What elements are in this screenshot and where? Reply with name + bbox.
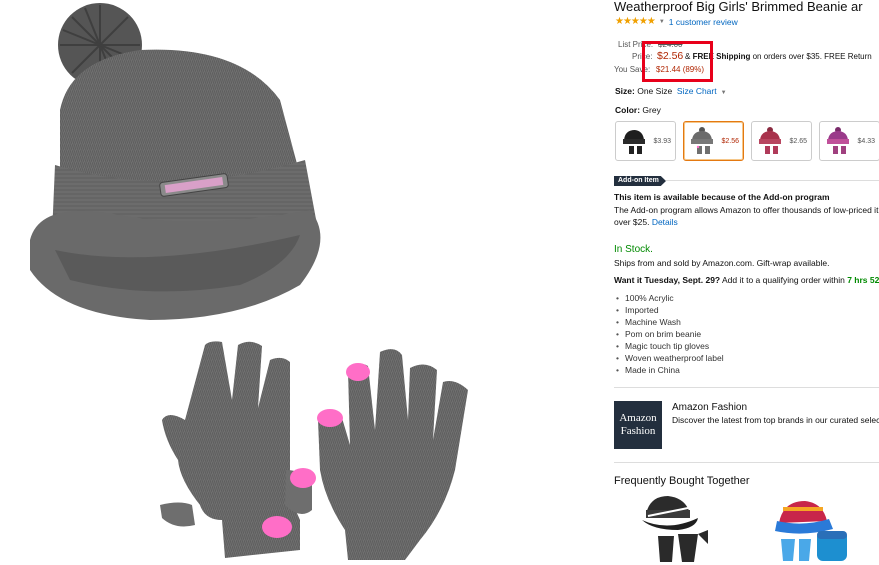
section-divider [614, 462, 879, 463]
beanie-gloves-thumbnail-icon [623, 130, 645, 154]
price-block: List Price: $24.00 Price: $2.56 & FREE S… [613, 38, 879, 88]
ships-from-text: Ships from and sold by Amazon.com. Gift-… [614, 258, 830, 268]
fbt-product-1[interactable] [638, 494, 718, 564]
chevron-down-icon[interactable]: ▼ [719, 90, 727, 96]
swatch-grey[interactable]: $2.56 [683, 121, 744, 161]
logo-line2: Fashion [620, 425, 656, 437]
product-image[interactable] [0, 0, 600, 565]
right-glove [317, 349, 468, 560]
rating-row: ★★★★★ ▼ 1 customer review [615, 16, 738, 27]
feature-item: Pom on brim beanie [616, 328, 724, 340]
swatch-price: $2.65 [789, 137, 807, 145]
left-glove [160, 341, 316, 558]
product-photo [30, 3, 468, 560]
color-value: Grey [642, 105, 661, 115]
feature-item: Machine Wash [616, 316, 724, 328]
amazon-fashion-subtitle: Discover the latest from top brands in o… [672, 415, 879, 425]
size-chart-link[interactable]: Size Chart [677, 86, 717, 96]
feature-item: 100% Acrylic [616, 292, 724, 304]
star-rating-icon[interactable]: ★★★★★ [615, 16, 656, 27]
section-divider [614, 387, 879, 388]
customer-review-link[interactable]: 1 customer review [669, 17, 738, 27]
swatch-red[interactable]: $2.65 [751, 121, 812, 161]
fbt-product-2[interactable] [773, 497, 853, 565]
swatch-price: $3.93 [653, 137, 671, 145]
swatch-price: $4.33 [857, 137, 875, 145]
size-label: Size: [615, 86, 635, 96]
delivery-countdown: 7 hrs 52 [847, 275, 879, 285]
size-row: Size: One Size Size Chart ▼ [615, 86, 727, 96]
delivery-date: Want it Tuesday, Sept. 29? [614, 275, 721, 285]
stock-status: In Stock. [614, 244, 653, 255]
swatch-price: $2.56 [721, 137, 739, 145]
size-value: One Size [637, 86, 673, 96]
feature-bullets: 100% Acrylic Imported Machine Wash Pom o… [616, 292, 724, 376]
swatch-purple[interactable]: $4.33 [819, 121, 879, 161]
beanie-gloves-thumbnail-icon [691, 127, 713, 154]
addon-divider [666, 180, 879, 181]
feature-item: Made in China [616, 364, 724, 376]
frequently-bought-heading: Frequently Bought Together [614, 475, 750, 487]
addon-description: The Add-on program allows Amazon to offe… [614, 204, 879, 228]
logo-line1: Amazon [619, 412, 657, 424]
price-highlight-box [642, 41, 713, 82]
feature-item: Imported [616, 304, 724, 316]
color-swatches: $3.93 $2.56 $2.65 $4.33 [615, 121, 879, 161]
color-row: Color: Grey [615, 105, 661, 115]
beanie-gloves-thumbnail-icon [827, 127, 849, 154]
addon-text-line2: over $25. [614, 217, 652, 227]
product-title: Weatherproof Big Girls' Brimmed Beanie a… [614, 0, 863, 14]
delivery-text: Add it to a qualifying order within [720, 275, 848, 285]
addon-details-link[interactable]: Details [652, 217, 678, 227]
amazon-fashion-title[interactable]: Amazon Fashion [672, 402, 747, 413]
feature-item: Magic touch tip gloves [616, 340, 724, 352]
amazon-fashion-logo[interactable]: Amazon Fashion [614, 401, 662, 449]
delivery-estimate: Want it Tuesday, Sept. 29? Add it to a q… [614, 275, 879, 285]
feature-item: Woven weatherproof label [616, 352, 724, 364]
shipping-info: & FREE Shipping on orders over $35. FREE… [685, 52, 872, 61]
addon-text-line1: The Add-on program allows Amazon to offe… [614, 205, 879, 215]
beanie-gloves-thumbnail-icon [759, 127, 781, 154]
addon-badge: Add-on Item [614, 176, 666, 186]
product-details: Weatherproof Big Girls' Brimmed Beanie a… [613, 0, 879, 565]
swatch-black[interactable]: $3.93 [615, 121, 676, 161]
shipping-suffix: on orders over $35. FREE Return [750, 52, 872, 61]
addon-headline: This item is available because of the Ad… [614, 192, 830, 202]
color-label: Color: [615, 105, 641, 115]
chevron-down-icon[interactable]: ▼ [659, 19, 665, 25]
